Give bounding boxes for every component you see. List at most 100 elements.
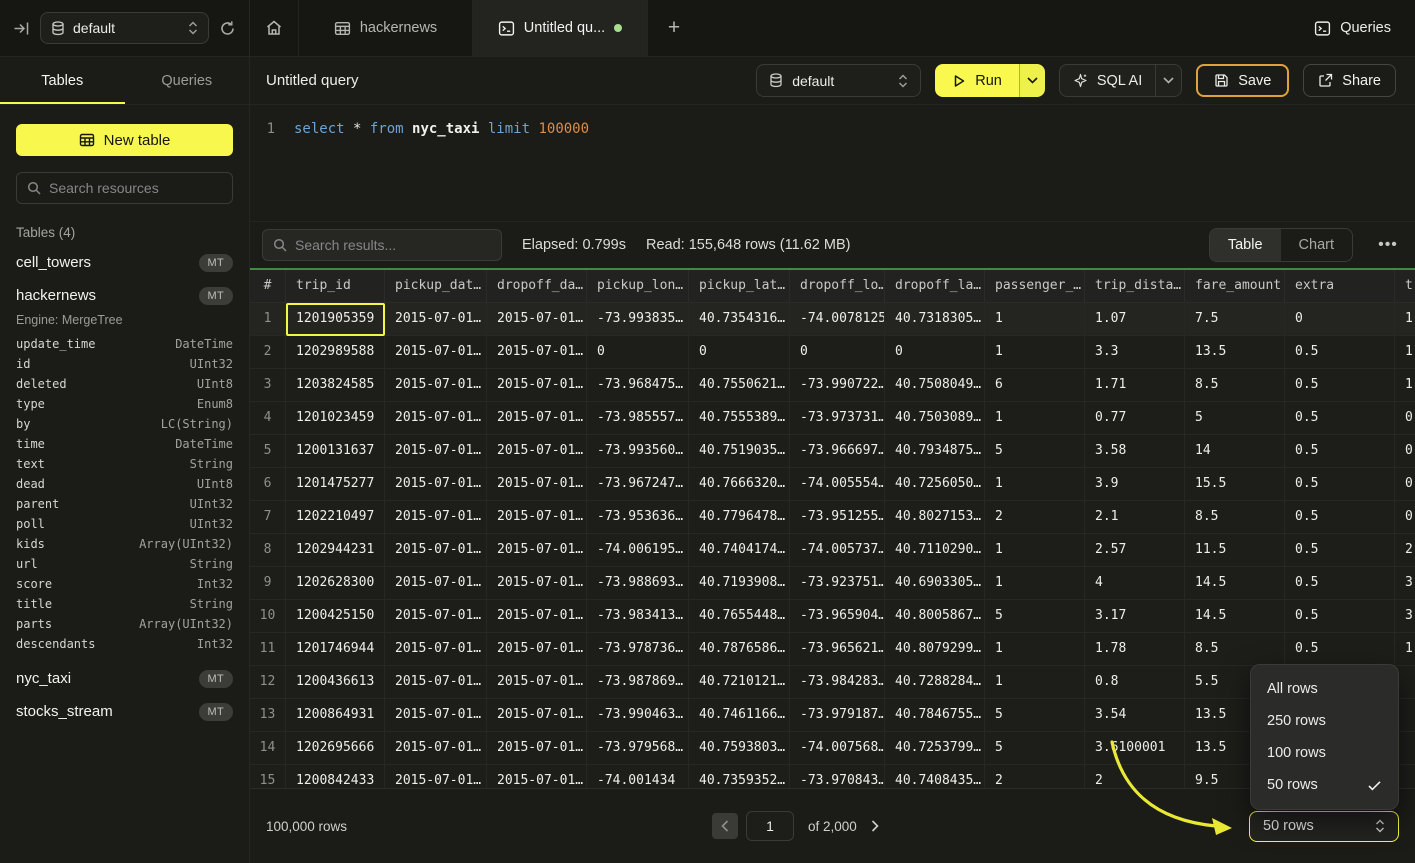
next-page-button[interactable] [871,820,879,832]
new-table-button[interactable]: New table [16,124,233,156]
row-index-cell[interactable]: 3 [250,369,286,402]
row-index-cell[interactable]: 10 [250,600,286,633]
table-cell[interactable]: 1200842433 [286,765,385,788]
table-cell[interactable]: -73.979187… [790,699,885,732]
table-cell[interactable]: 40.6903305… [885,567,985,600]
table-cell[interactable]: 2015-07-01… [487,303,587,336]
column-header[interactable]: t [1395,270,1415,303]
table-cell[interactable]: -73.983413… [587,600,689,633]
column-header[interactable]: trip_id [286,270,385,303]
table-cell[interactable]: 15.5 [1185,468,1285,501]
table-cell[interactable]: 2015-07-01… [487,369,587,402]
sidebar-item-hackernews[interactable]: hackernews MT [16,279,233,312]
table-cell[interactable]: 2015-07-01… [487,633,587,666]
table-cell[interactable]: 4 [1085,567,1185,600]
table-cell[interactable]: 2015-07-01… [385,567,487,600]
table-cell[interactable]: -74.005554… [790,468,885,501]
database-selector[interactable]: default [40,12,209,44]
table-cell[interactable]: 5 [985,732,1085,765]
table-cell[interactable]: 2015-07-01… [487,435,587,468]
table-cell[interactable]: 2015-07-01… [385,765,487,788]
page-size-select[interactable]: 50 rows [1249,811,1399,842]
table-cell[interactable]: 2015-07-01… [487,699,587,732]
table-cell[interactable]: 6 [985,369,1085,402]
table-cell[interactable]: 8.5 [1185,369,1285,402]
column-header[interactable]: trip_dista… [1085,270,1185,303]
table-cell[interactable]: 1.78 [1085,633,1185,666]
table-cell[interactable]: 0 [790,336,885,369]
sidebar-item-nyc-taxi[interactable]: nyc_taxi MT [16,662,233,695]
table-cell[interactable]: 0 [689,336,790,369]
table-cell[interactable]: 3.17 [1085,600,1185,633]
table-cell[interactable]: 2015-07-01… [487,402,587,435]
view-tab-table[interactable]: Table [1210,229,1281,261]
column-header[interactable]: # [250,270,286,303]
table-cell[interactable]: 1.07 [1085,303,1185,336]
table-cell[interactable]: 3.6100001 [1085,732,1185,765]
table-cell[interactable]: -73.965904… [790,600,885,633]
table-cell[interactable]: 1 [1395,336,1415,369]
table-cell[interactable]: 2015-07-01… [385,699,487,732]
table-cell[interactable]: 14.5 [1185,600,1285,633]
table-cell[interactable]: 0.5 [1285,435,1395,468]
table-cell[interactable]: 40.7404174… [689,534,790,567]
table-cell[interactable]: 40.8005867… [885,600,985,633]
table-cell[interactable]: -73.979568… [587,732,689,765]
sql-ai-button[interactable]: SQL AI [1060,65,1155,96]
table-cell[interactable]: 40.7359352… [689,765,790,788]
table-cell[interactable]: 1 [985,336,1085,369]
table-cell[interactable]: 40.7210121… [689,666,790,699]
table-cell[interactable]: 14 [1185,435,1285,468]
results-search[interactable] [262,229,502,261]
table-cell[interactable]: 0.5 [1285,336,1395,369]
table-cell[interactable]: 40.7354316… [689,303,790,336]
table-cell[interactable]: 2015-07-01… [487,501,587,534]
table-cell[interactable]: -74.005737… [790,534,885,567]
table-cell[interactable]: 1 [985,666,1085,699]
page-number-input[interactable] [746,811,794,841]
row-index-cell[interactable]: 1 [250,303,286,336]
table-cell[interactable]: 0.5 [1285,402,1395,435]
table-cell[interactable]: 0.8 [1085,666,1185,699]
table-cell[interactable]: 0.5 [1285,567,1395,600]
table-cell[interactable]: 1 [1395,303,1415,336]
column-header[interactable]: fare_amount [1185,270,1285,303]
table-cell[interactable]: 40.7253799… [885,732,985,765]
table-cell[interactable]: 1 [1395,369,1415,402]
table-cell[interactable]: -73.967247… [587,468,689,501]
run-button[interactable]: Run [935,64,1019,97]
row-index-cell[interactable]: 8 [250,534,286,567]
table-cell[interactable]: -73.993560… [587,435,689,468]
table-cell[interactable]: 2015-07-01… [385,402,487,435]
table-cell[interactable]: 40.7193908… [689,567,790,600]
table-cell[interactable]: 0.5 [1285,534,1395,567]
table-cell[interactable]: 1 [1395,633,1415,666]
share-button[interactable]: Share [1303,64,1396,97]
table-cell[interactable]: -73.973731… [790,402,885,435]
table-cell[interactable]: 8.5 [1185,633,1285,666]
column-header[interactable]: dropoff_lo… [790,270,885,303]
queries-panel-button[interactable]: Queries [1314,0,1391,56]
tab-untitled-query[interactable]: Untitled qu... [473,0,648,56]
table-cell[interactable]: 1201905359 [286,303,385,336]
page-size-option[interactable]: 50 rows [1251,769,1398,801]
table-cell[interactable]: 2015-07-01… [487,666,587,699]
table-cell[interactable]: -73.988693… [587,567,689,600]
row-index-cell[interactable]: 15 [250,765,286,788]
table-cell[interactable]: 1200425150 [286,600,385,633]
row-index-cell[interactable]: 7 [250,501,286,534]
sidebar-item-stocks-stream[interactable]: stocks_stream MT [16,695,233,728]
table-cell[interactable]: -73.985557… [587,402,689,435]
table-cell[interactable]: 2.1 [1085,501,1185,534]
table-cell[interactable]: 1201475277 [286,468,385,501]
table-cell[interactable]: 2015-07-01… [487,765,587,788]
table-cell[interactable]: 40.7655448… [689,600,790,633]
table-cell[interactable]: 1202695666 [286,732,385,765]
table-cell[interactable]: 2015-07-01… [385,600,487,633]
table-cell[interactable]: 2 [985,765,1085,788]
table-cell[interactable]: 2015-07-01… [487,600,587,633]
table-cell[interactable]: 40.7110290… [885,534,985,567]
table-cell[interactable]: -74.0078125 [790,303,885,336]
table-cell[interactable]: 2015-07-01… [385,534,487,567]
table-cell[interactable]: 1 [985,633,1085,666]
